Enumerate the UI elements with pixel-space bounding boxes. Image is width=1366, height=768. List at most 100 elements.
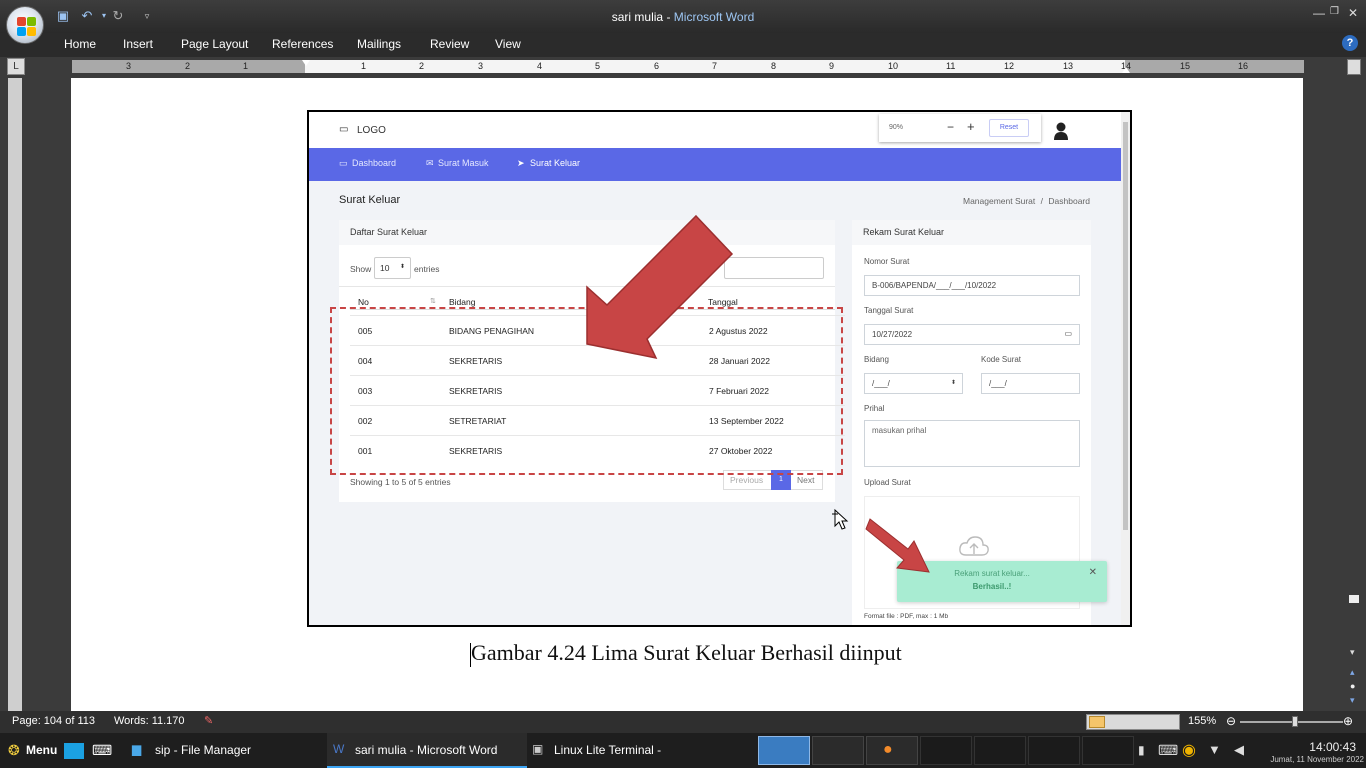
task-terminal[interactable]: Linux Lite Terminal - xyxy=(554,743,661,757)
bidang-select[interactable]: /___/ ⬍ xyxy=(864,373,963,394)
workspace-2[interactable] xyxy=(812,736,864,765)
menu-flame-icon: ❂ xyxy=(8,742,20,758)
ruler-number: 9 xyxy=(829,61,835,71)
entries-label: entries xyxy=(414,264,440,274)
start-menu-button[interactable]: Menu xyxy=(26,743,57,757)
zoom-out-icon[interactable]: ⊖ xyxy=(1226,715,1236,727)
prihal-label: Prihal xyxy=(864,404,885,413)
menu-surat-keluar[interactable]: Surat Keluar xyxy=(530,158,580,168)
task-word-label: sari mulia - Microsoft Word xyxy=(355,743,498,757)
word-count[interactable]: Words: 11.170 xyxy=(114,715,185,727)
zoom-slider[interactable] xyxy=(1240,716,1343,727)
tab-mailings[interactable]: Mailings xyxy=(357,37,401,51)
minimize-icon[interactable]: — xyxy=(1313,6,1325,20)
vertical-ruler[interactable] xyxy=(8,78,22,711)
kode-surat-input[interactable]: /___/ xyxy=(981,373,1080,394)
task-file-manager[interactable]: sip - File Manager xyxy=(155,743,251,757)
workspace-7[interactable] xyxy=(1082,736,1134,765)
ruler-number: 8 xyxy=(771,61,777,71)
zoom-plus-button[interactable]: + xyxy=(967,119,975,134)
clipboard-icon[interactable]: ▮ xyxy=(1138,743,1145,757)
show-desktop-icon[interactable] xyxy=(64,743,84,759)
tab-insert[interactable]: Insert xyxy=(123,37,153,51)
restore-icon[interactable]: ❐ xyxy=(1330,6,1339,17)
zoom-control: 90% − + Reset xyxy=(879,114,1041,142)
column-header-no[interactable]: No xyxy=(358,297,369,307)
figure-caption[interactable]: Gambar 4.24 Lima Surat Keluar Berhasil d… xyxy=(470,640,902,667)
office-button[interactable] xyxy=(6,6,44,44)
breadcrumb-parent[interactable]: Management Surat xyxy=(963,196,1035,206)
tab-home[interactable]: Home xyxy=(64,37,96,51)
tab-view[interactable]: View xyxy=(495,37,521,51)
zoom-reset-button[interactable]: Reset xyxy=(989,119,1029,137)
nomor-surat-label: Nomor Surat xyxy=(864,257,910,266)
breadcrumb-current[interactable]: Dashboard xyxy=(1048,196,1090,206)
menu-surat-masuk[interactable]: Surat Masuk xyxy=(438,158,489,168)
user-avatar-icon[interactable] xyxy=(1054,122,1068,140)
view-ruler-icon[interactable] xyxy=(1347,59,1361,75)
keyboard-layout-icon[interactable]: ⌨ xyxy=(1158,742,1178,759)
page-count[interactable]: Page: 104 of 113 xyxy=(12,715,95,727)
scroll-thumb[interactable] xyxy=(1349,595,1359,603)
breadcrumb-separator: / xyxy=(1040,196,1044,206)
scroll-down-icon[interactable]: ▾ xyxy=(1350,647,1355,658)
close-icon[interactable]: ✕ xyxy=(1348,6,1358,20)
workspace-3[interactable]: ● xyxy=(866,736,918,765)
pagination-next[interactable]: Next xyxy=(797,475,814,485)
ruler-number: 7 xyxy=(712,61,718,71)
volume-icon[interactable]: ◀ xyxy=(1234,742,1244,758)
tab-review[interactable]: Review xyxy=(430,37,469,51)
zoom-slider-handle[interactable] xyxy=(1292,716,1298,727)
office-logo-icon xyxy=(17,17,26,26)
tab-selector-icon[interactable]: L xyxy=(7,58,25,75)
ruler-number: 10 xyxy=(888,61,899,71)
keyboard-icon[interactable]: ⌨ xyxy=(92,742,112,759)
figure-scrollbar[interactable] xyxy=(1121,112,1130,625)
kode-surat-label: Kode Surat xyxy=(981,355,1022,364)
menu-dashboard[interactable]: Dashboard xyxy=(352,158,396,168)
logo-text: LOGO xyxy=(357,125,386,136)
nomor-surat-input[interactable]: B-006/BAPENDA/___/___/10/2022 xyxy=(864,275,1080,296)
workspace-6[interactable] xyxy=(1028,736,1080,765)
zoom-level[interactable]: 155% xyxy=(1188,715,1216,727)
right-indent-marker[interactable] xyxy=(1122,67,1130,73)
vertical-scrollbar[interactable]: ▾ ▴ ● ▾ xyxy=(1346,77,1362,711)
workspace-1[interactable] xyxy=(758,736,810,765)
clock-date[interactable]: Jumat, 11 November 2022 xyxy=(1270,755,1364,764)
file-manager-icon: ▆ xyxy=(132,742,142,756)
clock-time[interactable]: 14:00:43 xyxy=(1309,740,1356,754)
task-word-active[interactable]: W sari mulia - Microsoft Word xyxy=(327,733,527,768)
print-layout-icon[interactable] xyxy=(1089,716,1105,728)
prihal-textarea[interactable]: masukan prihal xyxy=(864,420,1080,467)
bidang-label: Bidang xyxy=(864,355,889,364)
calendar-icon[interactable]: ▭ xyxy=(1064,329,1072,338)
workspace-4[interactable] xyxy=(920,736,972,765)
previous-page-icon[interactable]: ▴ xyxy=(1350,667,1355,678)
zoom-minus-button[interactable]: − xyxy=(947,120,954,134)
entries-select[interactable]: 10 ⬍ xyxy=(374,257,411,279)
view-buttons[interactable] xyxy=(1086,714,1180,730)
send-icon: ➤ xyxy=(517,158,525,168)
app-navbar: ▭ LOGO 90% − + Reset xyxy=(309,112,1121,148)
tanggal-surat-input[interactable]: 10/27/2022 ▭ xyxy=(864,324,1080,345)
column-header-bidang[interactable]: Bidang xyxy=(449,297,475,307)
pagination-previous[interactable]: Previous xyxy=(730,475,763,485)
first-line-indent-marker[interactable] xyxy=(302,60,310,66)
updates-icon[interactable]: ◉ xyxy=(1182,740,1196,760)
zoom-in-icon[interactable]: ⊕ xyxy=(1343,715,1353,727)
tab-references[interactable]: References xyxy=(272,37,333,51)
sort-icon[interactable]: ⇅ xyxy=(430,297,436,305)
proofing-icon[interactable]: ✎ xyxy=(204,714,213,727)
entries-value: 10 xyxy=(380,263,390,273)
zoom-value[interactable]: 90% xyxy=(889,124,903,131)
next-page-icon[interactable]: ▾ xyxy=(1350,695,1355,706)
tab-page-layout[interactable]: Page Layout xyxy=(181,37,248,51)
workspace-5[interactable] xyxy=(974,736,1026,765)
horizontal-ruler[interactable]: 3 2 1 1 2 3 4 5 6 7 8 9 10 11 12 13 14 1… xyxy=(72,60,1304,73)
toast-close-button[interactable]: ✕ xyxy=(1089,567,1097,578)
search-input[interactable] xyxy=(724,257,824,279)
help-icon[interactable]: ? xyxy=(1342,35,1358,51)
select-browse-object-icon[interactable]: ● xyxy=(1350,681,1355,691)
network-icon[interactable]: ▼ xyxy=(1208,742,1221,757)
envelope-icon: ✉ xyxy=(426,158,434,168)
